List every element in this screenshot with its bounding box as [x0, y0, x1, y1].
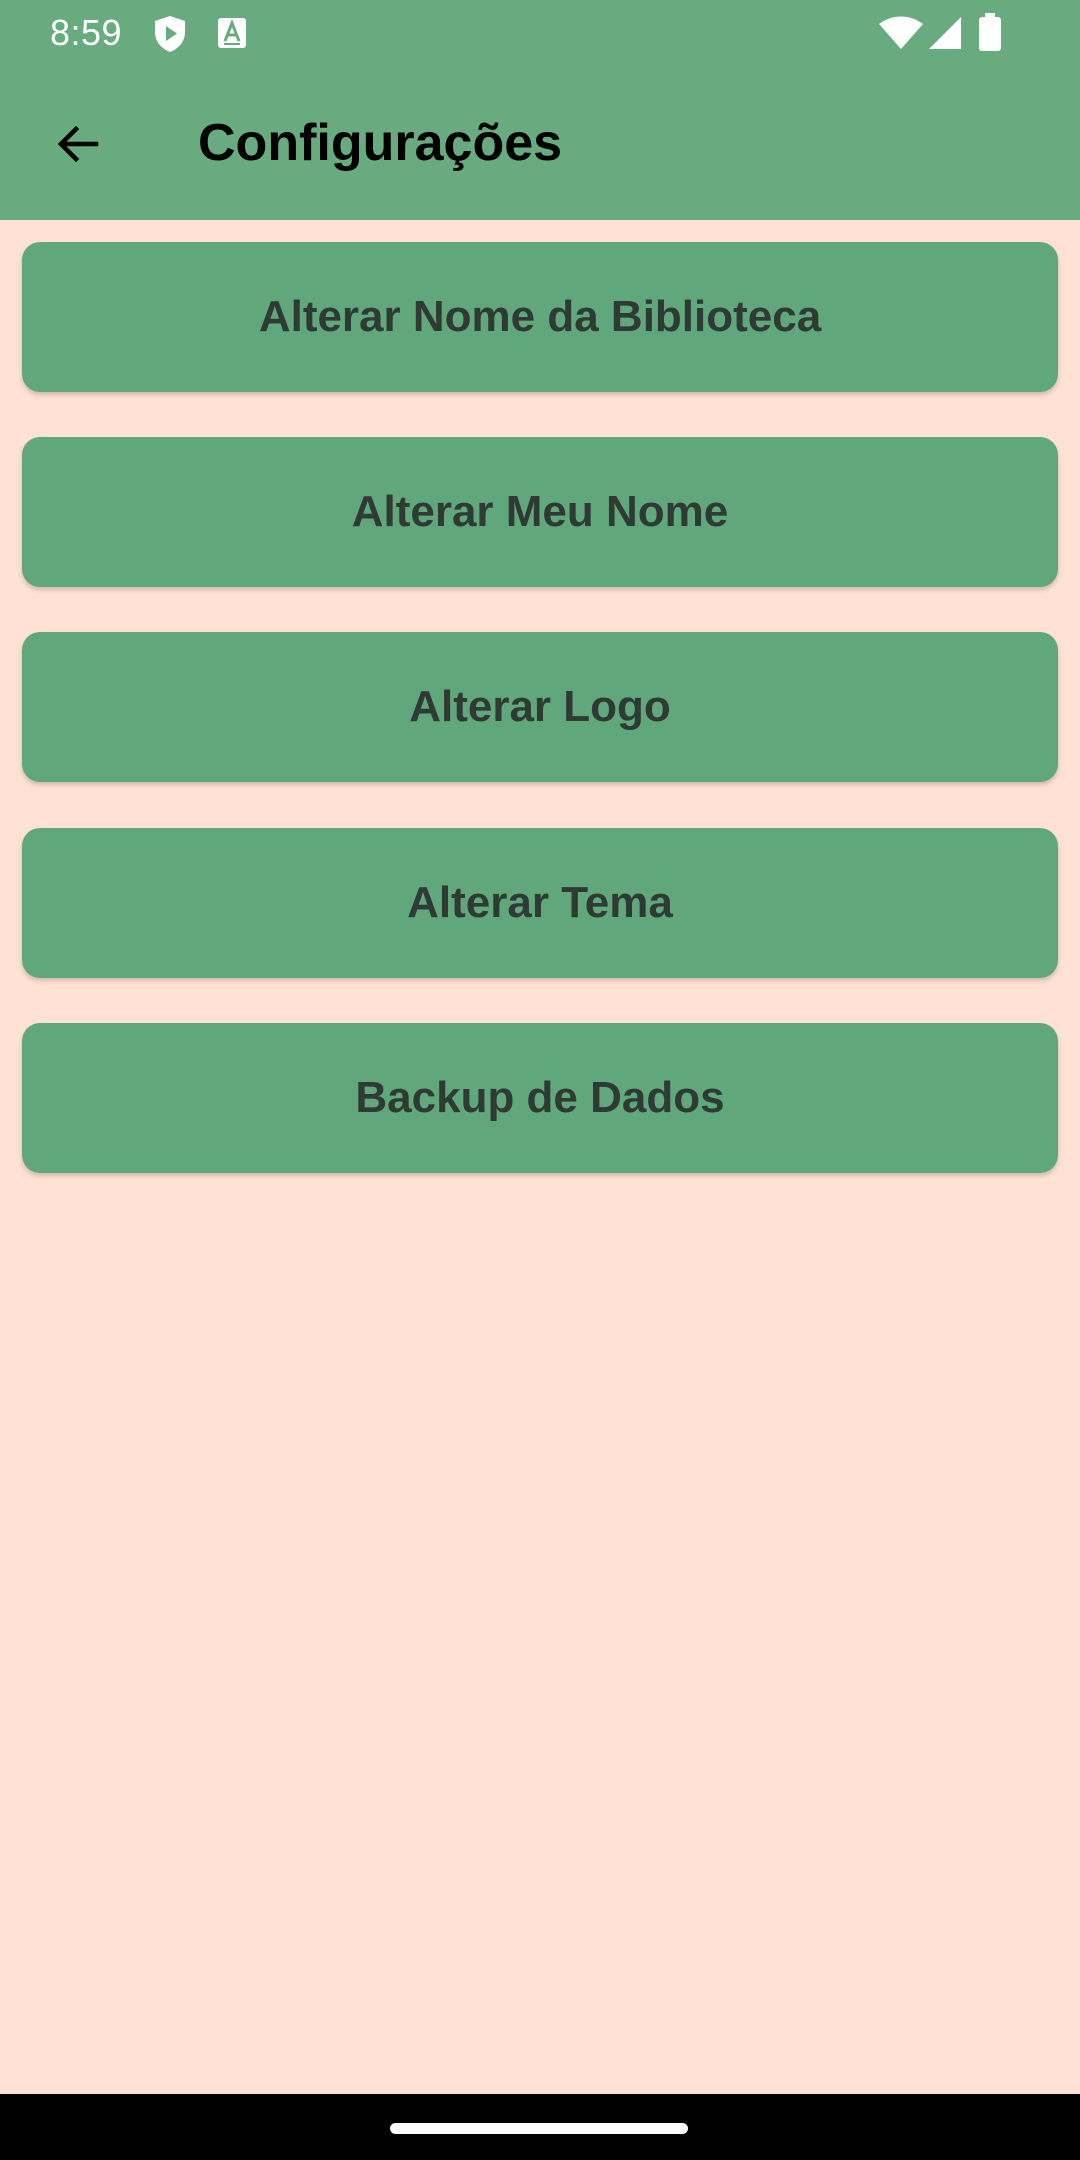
change-library-name-button[interactable]: Alterar Nome da Biblioteca [22, 242, 1058, 392]
navigation-bar [0, 2094, 1080, 2160]
status-time: 8:59 [50, 12, 123, 53]
shield-play-icon [155, 16, 185, 52]
battery-icon [979, 13, 1001, 51]
arrow-back-icon [57, 125, 99, 163]
text-a-icon [218, 18, 246, 48]
app-bar: Configurações [0, 66, 1080, 220]
gesture-home-handle[interactable] [390, 2123, 688, 2134]
wifi-icon [879, 16, 923, 49]
change-logo-button[interactable]: Alterar Logo [22, 632, 1058, 782]
data-backup-button[interactable]: Backup de Dados [22, 1023, 1058, 1173]
cellular-signal-icon [929, 17, 961, 49]
status-bar: 8:59 [0, 0, 1080, 66]
back-button[interactable] [40, 111, 116, 177]
change-theme-button[interactable]: Alterar Tema [22, 828, 1058, 978]
change-my-name-button[interactable]: Alterar Meu Nome [22, 437, 1058, 587]
page-title: Configurações [198, 114, 563, 172]
